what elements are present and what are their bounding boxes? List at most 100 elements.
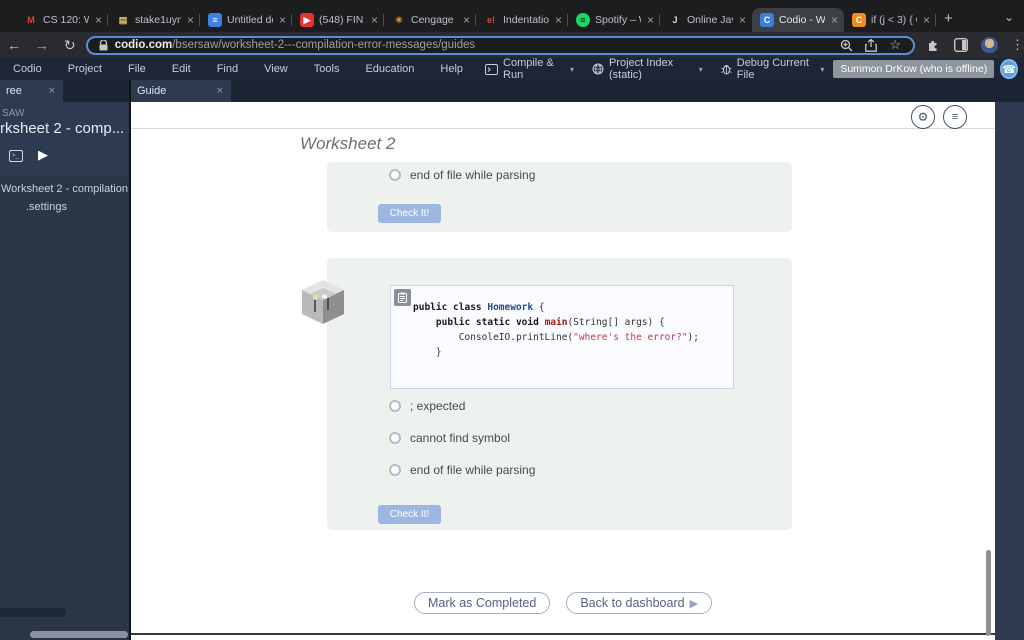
phone-call-button[interactable]: ☎ — [1000, 59, 1018, 79]
tab-close-icon[interactable]: × — [463, 13, 470, 27]
menu-item-education[interactable]: Education — [352, 58, 427, 80]
tab-separator — [935, 14, 936, 26]
browser-tab-youtube[interactable]: ▶ (548) FIN 3 × — [292, 8, 384, 32]
radio-button[interactable] — [389, 464, 401, 476]
codio-favicon: C — [760, 13, 774, 27]
radio-button[interactable] — [389, 400, 401, 412]
share-icon[interactable] — [865, 38, 878, 52]
tab-title: Untitled doc — [227, 14, 273, 26]
menu-item-find[interactable]: Find — [204, 58, 251, 80]
back-to-dashboard-button[interactable]: Back to dashboard ▶ — [566, 592, 713, 614]
settings-gear-button[interactable]: ⚙ — [911, 105, 935, 129]
tab-search-chevron-icon[interactable]: ⌄ — [1004, 10, 1014, 24]
vertical-scrollbar[interactable] — [986, 550, 991, 636]
tab-close-icon[interactable]: × — [187, 13, 194, 27]
browser-tab-codio[interactable]: C Codio - Wor × — [752, 8, 844, 32]
zoom-icon[interactable] — [840, 39, 853, 52]
reload-button[interactable]: ↻ — [56, 37, 84, 54]
tree-item[interactable]: Worksheet 2 - compilation erro — [0, 180, 129, 198]
mark-as-completed-label: Mark as Completed — [427, 596, 537, 610]
filetree-tab[interactable]: ree × — [0, 80, 63, 102]
tab-title: Online Java — [687, 14, 733, 26]
mark-as-completed-button[interactable]: Mark as Completed — [413, 592, 551, 614]
menu-item-edit[interactable]: Edit — [159, 58, 204, 80]
spotify-favicon: ≈ — [576, 13, 590, 27]
browser-tab-online-java[interactable]: J Online Java × — [660, 8, 752, 32]
terminal-icon[interactable]: >_ — [9, 150, 23, 162]
radio-button[interactable] — [389, 432, 401, 444]
drive-file-favicon: ▤ — [118, 15, 128, 25]
tab-close-icon[interactable]: × — [647, 13, 654, 27]
debug-button[interactable]: Debug Current File ▾ — [712, 57, 834, 81]
answer-option[interactable]: ; expected — [389, 399, 535, 413]
radio-button[interactable] — [389, 169, 401, 181]
extensions-puzzle-icon[interactable] — [927, 38, 941, 52]
answer-option[interactable]: end of file while parsing — [389, 463, 535, 477]
menu-item-view[interactable]: View — [251, 58, 301, 80]
address-bar[interactable]: codio.com/bsersaw/worksheet-2---compilat… — [85, 35, 915, 55]
tab-title: CS 120: We — [43, 14, 89, 26]
toolbar-right: ⋮ — [927, 36, 1024, 54]
browser-tab-google-docs[interactable]: ≡ Untitled doc × — [200, 8, 292, 32]
browser-tab-drive-file[interactable]: ▤ stake1uymr × — [108, 8, 200, 32]
compile-run-button[interactable]: Compile & Run ▾ — [476, 57, 583, 81]
browser-menu-icon[interactable]: ⋮ — [1011, 37, 1024, 53]
tab-close-icon[interactable]: × — [95, 13, 102, 27]
guide-toolbar: ⚙ ≡ — [131, 102, 995, 129]
check-it-button[interactable]: Check It! — [378, 204, 441, 223]
right-strip-top — [995, 80, 1024, 102]
summon-drkow-button[interactable]: Summon DrKow (who is offline) — [833, 60, 995, 78]
tree-item[interactable]: .settings — [0, 198, 129, 216]
page-title: Worksheet 2 — [300, 134, 396, 153]
browser-tab-c-compiler[interactable]: Cif (j < 3) { C × — [844, 8, 936, 32]
browser-tab-e-learning[interactable]: e! Indentation × — [476, 8, 568, 32]
toc-list-button[interactable]: ≡ — [943, 105, 967, 129]
option-label: cannot find symbol — [410, 431, 511, 445]
answer-option[interactable]: end of file while parsing — [389, 168, 535, 182]
menu-item-file[interactable]: File — [115, 58, 159, 80]
question-card-2: public class Homework { public static vo… — [302, 258, 792, 530]
menu-item-help[interactable]: Help — [427, 58, 476, 80]
menu-item-tools[interactable]: Tools — [301, 58, 353, 80]
new-tab-button[interactable]: + — [944, 10, 953, 27]
tab-close-icon[interactable]: × — [739, 13, 746, 27]
c-compiler-favicon: C — [852, 13, 866, 27]
guide-panel: ⚙ ≡ Worksheet 2 end of file while parsin… — [131, 102, 995, 640]
browser-tab-cengage[interactable]: ✳ Cengage Di × — [384, 8, 476, 32]
tab-close-icon[interactable]: × — [923, 13, 930, 27]
close-icon[interactable]: × — [49, 85, 55, 97]
tab-close-icon[interactable]: × — [279, 13, 286, 27]
bookmark-star-icon[interactable]: ☆ — [889, 37, 901, 53]
menu-item-codio[interactable]: Codio — [0, 58, 55, 80]
check-it-button[interactable]: Check It! — [378, 505, 441, 524]
answer-option[interactable]: cannot find symbol — [389, 431, 535, 445]
run-play-button[interactable]: ▶ — [38, 147, 48, 163]
browser-tab-spotify[interactable]: ≈ Spotify – W × — [568, 8, 660, 32]
online-java-favicon: J — [672, 15, 678, 25]
guide-tab-label: Guide — [137, 85, 167, 97]
menu-item-project[interactable]: Project — [55, 58, 115, 80]
side-panel-icon[interactable] — [954, 38, 968, 52]
file-tree: Worksheet 2 - compilation erro.settings — [0, 180, 129, 216]
close-icon[interactable]: × — [217, 85, 223, 97]
guide-bottom-border — [131, 633, 995, 635]
back-button[interactable]: ← — [0, 37, 28, 53]
profile-avatar[interactable] — [981, 36, 998, 54]
browser-tab-gmail[interactable]: M CS 120: We × — [16, 8, 108, 32]
tab-close-icon[interactable]: × — [371, 13, 378, 27]
tab-close-icon[interactable]: × — [555, 13, 562, 27]
e-learning-favicon: e! — [486, 15, 495, 25]
project-index-button[interactable]: Project Index (static) ▾ — [583, 57, 712, 81]
url-domain: codio.com — [114, 39, 173, 51]
sidebar-header: SAW rksheet 2 - comp... >_ ▶ — [0, 102, 129, 176]
browser-toolbar: ← → ↻ codio.com/bsersaw/worksheet-2---co… — [0, 32, 1024, 58]
horizontal-scrollbar[interactable] — [30, 631, 128, 638]
option-label: end of file while parsing — [410, 168, 536, 182]
back-to-dashboard-label: Back to dashboard — [580, 596, 685, 610]
question-card-1: end of file while parsing Check It! — [327, 162, 792, 232]
tab-close-icon[interactable]: × — [831, 13, 838, 27]
guide-tab[interactable]: Guide × — [131, 80, 231, 102]
code-lines: public class Homework { public static vo… — [413, 300, 699, 360]
forward-button[interactable]: → — [28, 37, 56, 53]
copy-clipboard-button[interactable] — [394, 289, 411, 306]
